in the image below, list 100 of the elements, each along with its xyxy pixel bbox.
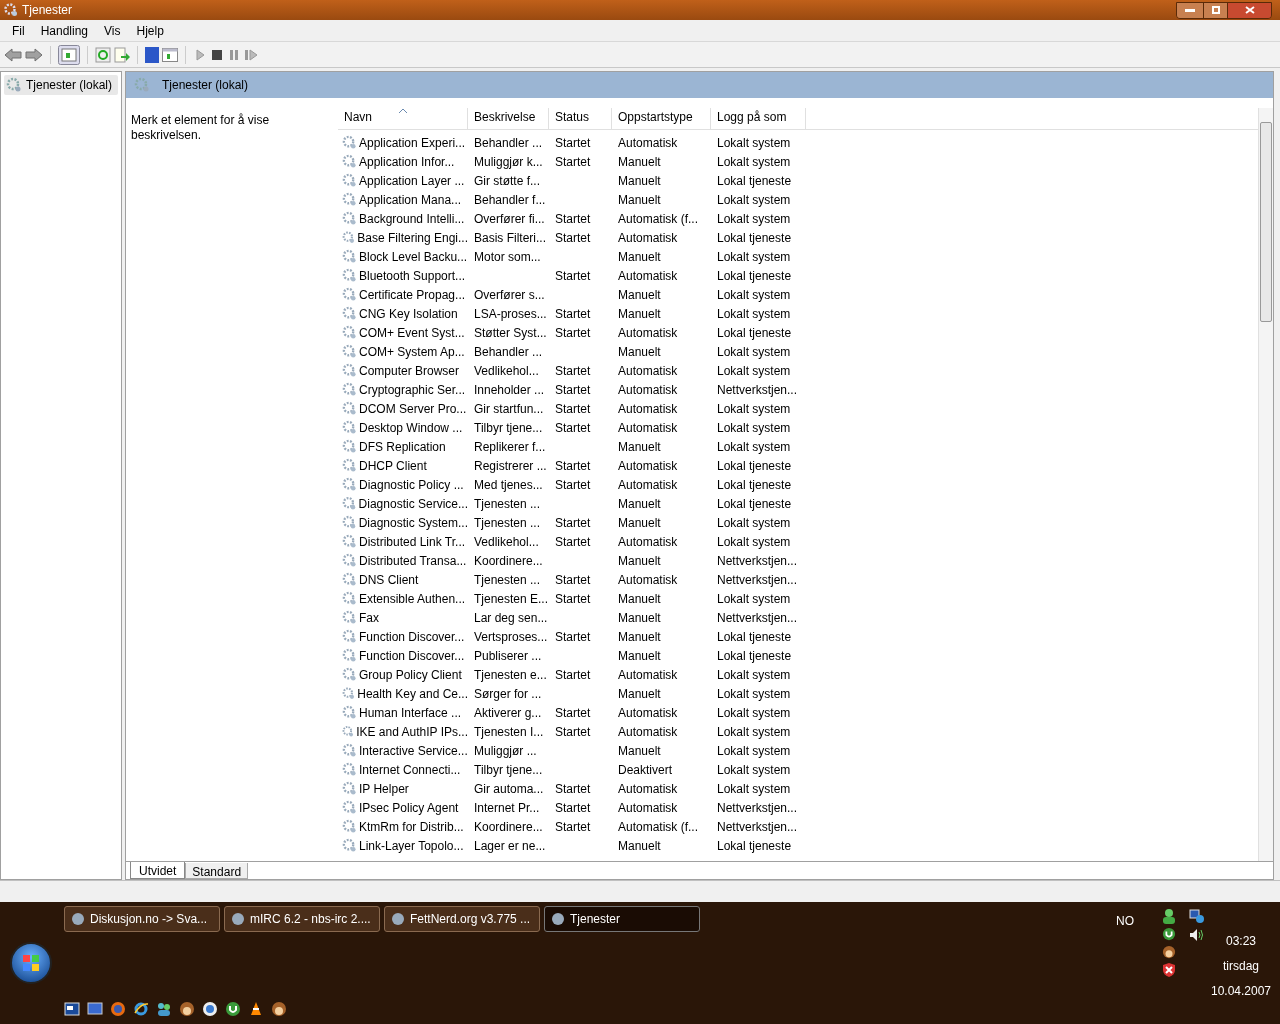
traffic-cone-icon[interactable] <box>248 1001 264 1017</box>
browser-icon[interactable] <box>133 1001 149 1017</box>
gear-icon <box>342 572 357 587</box>
table-cell-text: KtmRm for Distrib... <box>359 818 464 836</box>
table-cell-text: Startet <box>555 210 591 228</box>
table-cell-text: Lokal tjeneste <box>717 457 792 475</box>
network-icon[interactable] <box>1189 908 1205 924</box>
table-cell-text: Function Discover... <box>359 647 465 665</box>
table-cell-text: Manuelt <box>618 172 661 190</box>
table-cell-text: Nettverkstjen... <box>717 799 798 817</box>
clock-date[interactable]: 10.04.2007 <box>1210 982 1272 1000</box>
table-cell-text: Startet <box>555 780 591 798</box>
torrent-icon[interactable] <box>1162 926 1176 942</box>
table-cell-text: Manuelt <box>618 837 661 855</box>
column-header[interactable]: Oppstartstype <box>612 108 711 129</box>
table-cell-text: Automatisk <box>618 457 678 475</box>
table-cell-text: Nettverkstjen... <box>717 552 798 570</box>
monkey-icon[interactable] <box>179 1001 195 1017</box>
table-cell-text: Inneholder ... <box>474 381 545 399</box>
console-tree-icon[interactable] <box>58 44 80 65</box>
stop-icon[interactable] <box>210 47 224 62</box>
resume-icon[interactable] <box>244 47 258 62</box>
torrent-icon[interactable] <box>225 1001 241 1017</box>
gear-icon <box>342 363 357 378</box>
table-cell-text: Base Filtering Engi... <box>357 229 468 247</box>
speaker-icon[interactable] <box>1189 928 1205 942</box>
forward-arrow-icon[interactable] <box>25 47 43 62</box>
column-header[interactable]: Status <box>549 108 612 129</box>
column-header[interactable]: Navn <box>338 108 468 129</box>
taskbar-button[interactable]: Diskusjon.no -> Sva... <box>64 906 220 932</box>
table-cell-text: Automatisk <box>618 571 678 589</box>
globe-icon[interactable] <box>202 1001 218 1017</box>
maximize-button[interactable] <box>1203 2 1227 18</box>
shield-icon[interactable] <box>1162 962 1176 978</box>
table-cell-text: Lokalt system <box>717 704 791 722</box>
table-cell-text: Lokal tjeneste <box>717 495 792 513</box>
table-cell-text: Manuelt <box>618 495 661 513</box>
tree-item[interactable]: Tjenester (lokal) <box>4 75 118 95</box>
menu-item[interactable]: Vis <box>96 19 129 42</box>
browser-icon[interactable] <box>110 1001 126 1017</box>
gear-icon <box>342 173 357 188</box>
menu-item[interactable]: Handling <box>32 19 97 42</box>
column-header[interactable]: Logg på som <box>711 108 806 129</box>
table-cell-text: Overfører s... <box>474 286 545 304</box>
contacts-icon[interactable] <box>156 1001 172 1017</box>
table-cell-text: Automatisk <box>618 799 678 817</box>
table-cell-text: Vertsproses... <box>474 628 548 646</box>
table-cell-text: Startet <box>555 799 591 817</box>
table-cell-text: Lokalt system <box>717 343 791 361</box>
table-cell-text: Startet <box>555 514 591 532</box>
action-pane-icon[interactable] <box>162 46 178 63</box>
table-cell-text: Gir støtte f... <box>474 172 540 190</box>
refresh-icon[interactable] <box>95 46 111 63</box>
taskbar-button[interactable]: Tjenester <box>544 906 700 932</box>
table-cell-text: Gir startfun... <box>474 400 544 418</box>
table-cell-text: DHCP Client <box>359 457 427 475</box>
user-icon[interactable] <box>1162 908 1176 924</box>
table-cell-text: DCOM Server Pro... <box>359 400 467 418</box>
back-arrow-icon[interactable] <box>4 47 22 62</box>
gear-icon <box>342 553 357 568</box>
table-cell-text: Manuelt <box>618 742 661 760</box>
table-cell-text: LSA-proses... <box>474 305 547 323</box>
table-cell-text: Function Discover... <box>359 628 465 646</box>
minimize-button[interactable] <box>1177 2 1203 18</box>
menu-item[interactable]: Hjelp <box>128 19 172 42</box>
monkey-icon[interactable] <box>271 1001 287 1017</box>
column-header[interactable]: Beskrivelse <box>468 108 549 129</box>
view-tab[interactable]: Standard <box>185 863 249 879</box>
view-tab[interactable]: Utvidet <box>130 862 186 879</box>
gear-icon <box>342 401 357 416</box>
table-cell-text: Startet <box>555 134 591 152</box>
table-cell-text: Lokalt system <box>717 400 791 418</box>
gear-icon <box>342 800 357 815</box>
monkey-icon[interactable] <box>1162 944 1176 960</box>
table-cell-text: Lokalt system <box>717 780 791 798</box>
clock-day[interactable]: tirsdag <box>1223 957 1259 975</box>
show-desktop-icon[interactable] <box>87 1001 103 1017</box>
table-cell-text: Tjenesten E... <box>474 590 549 608</box>
language-indicator[interactable]: NO <box>1116 912 1134 930</box>
menu-item[interactable]: Fil <box>4 19 33 42</box>
table-cell-text: Lokalt system <box>717 248 791 266</box>
close-button[interactable] <box>1227 2 1271 18</box>
table-cell-text: Lokalt system <box>717 153 791 171</box>
start-button[interactable] <box>10 942 52 984</box>
table-cell-text: Lokalt system <box>717 514 791 532</box>
taskbar-button[interactable]: FettNerd.org v3.775 ... <box>384 906 540 932</box>
desktop-switcher-icon[interactable] <box>64 1001 80 1017</box>
window-title: Tjenester <box>22 2 74 19</box>
scrollbar[interactable] <box>1258 108 1273 861</box>
app-icon <box>71 912 85 926</box>
table-cell-text: Automatisk (f... <box>618 210 699 228</box>
table-cell-text: Certificate Propag... <box>359 286 466 304</box>
clock-time[interactable]: 03:23 <box>1226 932 1256 950</box>
table-cell-text: Startet <box>555 628 591 646</box>
table-cell-text: Lokalt system <box>717 305 791 323</box>
export-list-icon[interactable] <box>114 46 130 63</box>
table-cell-text: Startet <box>555 457 591 475</box>
table-cell-text: IKE and AuthIP IPs... <box>356 723 468 741</box>
taskbar-button[interactable]: mIRC 6.2 - nbs-irc 2.... <box>224 906 380 932</box>
table-cell-text: Tjenesten I... <box>474 723 544 741</box>
